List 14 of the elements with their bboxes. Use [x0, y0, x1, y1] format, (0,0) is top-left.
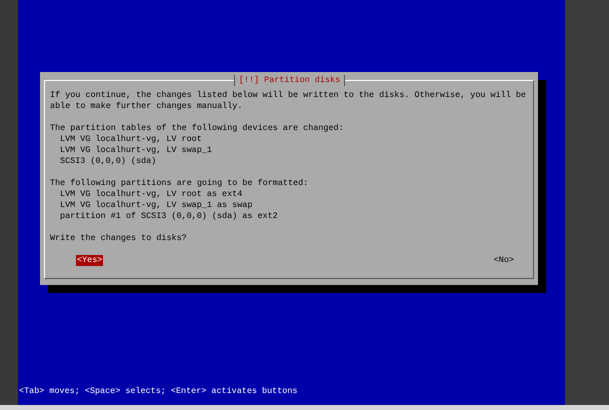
section-heading: The partition tables of the following devices are changed: [50, 123, 345, 134]
dialog-button[interactable]: <No> [492, 255, 515, 266]
device-item: LVM VG localhurt-vg, LV swap_1 as swap [59, 200, 254, 211]
dialog-title: [!!] Partition disks [234, 75, 346, 86]
device-item: LVM VG localhurt-vg, LV swap_1 [59, 145, 213, 156]
section-heading: The following partitions are going to be formatted: [50, 178, 310, 189]
status-text: <Tab> moves; <Space> selects; <Enter> activates buttons [18, 386, 298, 397]
device-item: SCSI3 (0,0,0) (sda) [59, 156, 158, 167]
intro-text: If you continue, the changes listed below will be written to the disks. Otherwise, you will be able to make further changes manually. [50, 90, 526, 112]
dialog-button[interactable]: <Yes> [76, 255, 104, 266]
device-item: LVM VG localhurt-vg, LV root [59, 134, 203, 145]
device-item: partition #1 of SCSI3 (0,0,0) (sda) as ext2 [59, 211, 279, 222]
question-text: Write the changes to disks? [50, 233, 188, 244]
device-item: LVM VG localhurt-vg, LV root as ext4 [59, 189, 244, 200]
